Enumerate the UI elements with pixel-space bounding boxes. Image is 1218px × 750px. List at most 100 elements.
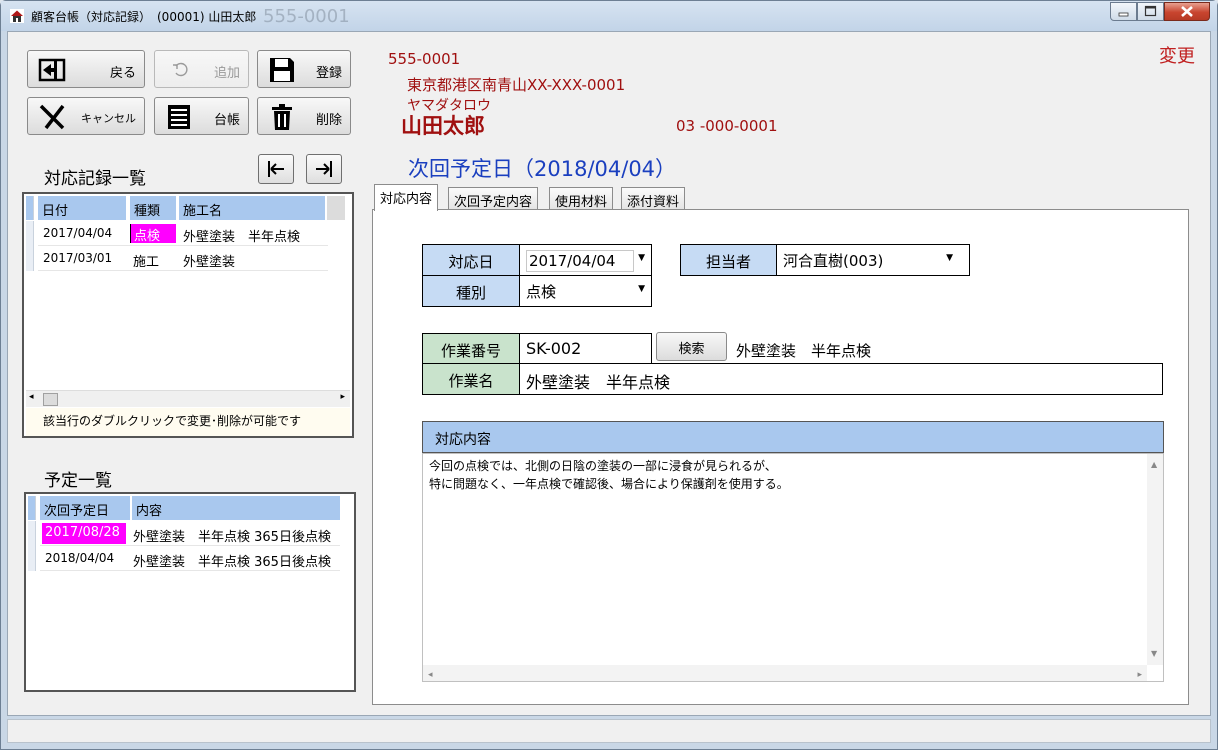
- back-arrow-icon: [38, 58, 66, 82]
- scroll-right-icon[interactable]: ▸: [340, 392, 345, 402]
- row-selector[interactable]: [28, 546, 36, 571]
- staff-label: 担当者: [680, 244, 777, 276]
- row-selector[interactable]: [26, 246, 34, 271]
- history-hscrollbar[interactable]: ◂ ▸: [26, 390, 350, 407]
- customer-address: 東京都港区南青山XX-XXX-0001: [407, 76, 626, 94]
- delete-button[interactable]: 削除: [257, 97, 351, 135]
- schedule-grid: 次回予定日 内容 2017/08/28 外壁塗装 半年点検 365日後点検 20…: [24, 492, 356, 692]
- schedule-cell-date: 2017/08/28: [42, 523, 126, 544]
- schedule-cell-date: 2018/04/04: [40, 546, 128, 571]
- minimize-button[interactable]: [1110, 2, 1137, 21]
- cancel-x-icon: [39, 104, 65, 130]
- ledger-label: 台帳: [213, 113, 240, 128]
- history-title: 対応記録一覧: [44, 169, 146, 189]
- schedule-header-selector: [28, 496, 36, 520]
- content-textarea[interactable]: 今回の点検では、北側の日陰の塗装の一部に浸食が見られるが、 特に問題なく、一年点…: [422, 453, 1164, 682]
- cancel-label: キャンセル: [81, 112, 136, 125]
- maximize-icon: [1144, 5, 1157, 17]
- scroll-up-icon[interactable]: ▲: [1151, 456, 1157, 474]
- arrow-left-bar-icon: [268, 161, 284, 177]
- schedule-col-date[interactable]: 次回予定日: [40, 496, 130, 520]
- save-button[interactable]: 登録: [257, 50, 351, 88]
- content-header: 対応内容: [422, 421, 1164, 453]
- chevron-down-icon: ▼: [946, 253, 953, 263]
- tab-response[interactable]: 対応内容: [374, 184, 439, 211]
- history-cell-date: 2017/03/01: [38, 246, 128, 271]
- job-no-input[interactable]: SK-002: [519, 333, 652, 365]
- mode-indicator: 変更: [1159, 46, 1195, 67]
- history-grid: 日付 種類 施工名 2017/04/04 点検 外壁塗装 半年点検 2017/0…: [22, 192, 354, 438]
- schedule-title: 予定一覧: [44, 471, 112, 491]
- row-selector[interactable]: [26, 221, 34, 246]
- search-button[interactable]: 検索: [656, 332, 727, 361]
- tab-next-plan[interactable]: 次回予定内容: [448, 187, 539, 210]
- scroll-down-icon[interactable]: ▼: [1151, 645, 1157, 663]
- chevron-down-icon: ▼: [638, 284, 645, 294]
- staff-value: 河合直樹(003): [783, 252, 884, 270]
- scroll-right-icon[interactable]: ▸: [1137, 666, 1142, 684]
- history-col-work[interactable]: 施工名: [179, 196, 325, 220]
- schedule-cell-content: 外壁塗装 半年点検 365日後点検: [128, 521, 340, 546]
- content-line-1: 今回の点検では、北側の日陰の塗装の一部に浸食が見られるが、: [429, 459, 777, 473]
- history-col-date[interactable]: 日付: [38, 196, 126, 220]
- next-record-button[interactable]: [306, 154, 342, 184]
- row-selector[interactable]: [28, 521, 36, 546]
- customer-postal: 555-0001: [388, 50, 461, 68]
- ledger-list-icon: [168, 105, 190, 129]
- job-name-input[interactable]: 外壁塗装 半年点検: [519, 363, 1163, 395]
- next-date-heading: 次回予定日（2018/04/04）: [408, 157, 677, 181]
- history-header-spacer: [327, 196, 345, 220]
- staff-combo[interactable]: 河合直樹(003) ▼: [776, 244, 970, 276]
- home-icon: [10, 9, 24, 23]
- content-label: 対応内容: [435, 432, 491, 448]
- add-label: 追加: [213, 66, 240, 81]
- maximize-button[interactable]: [1137, 2, 1164, 21]
- status-bar: [7, 719, 1211, 743]
- close-button[interactable]: [1164, 2, 1210, 21]
- minimize-icon: [1118, 12, 1129, 17]
- window-title: 顧客台帳（対応記録） (00001) 山田太郎: [31, 10, 257, 24]
- back-button[interactable]: 戻る: [27, 50, 145, 88]
- job-lookup-text: 外壁塗装 半年点検: [736, 342, 872, 360]
- prev-record-button[interactable]: [258, 154, 294, 184]
- cancel-button[interactable]: キャンセル: [27, 97, 145, 135]
- type-value: 点検: [526, 283, 557, 301]
- type-label: 種別: [422, 275, 520, 307]
- floppy-disk-icon: [270, 58, 294, 82]
- tab-materials[interactable]: 使用材料: [549, 187, 614, 210]
- job-no-label: 作業番号: [422, 333, 520, 365]
- history-cell-type: 点検: [130, 224, 176, 244]
- history-cell-date: 2017/04/04: [38, 221, 128, 246]
- schedule-col-content[interactable]: 内容: [132, 496, 340, 520]
- history-cell-work: 外壁塗装: [178, 246, 328, 271]
- history-col-type[interactable]: 種類: [130, 196, 176, 220]
- type-combo[interactable]: 点検 ▼: [519, 275, 652, 307]
- content-line-2: 特に問題なく、一年点検で確認後、場合により保護剤を使用する。: [429, 477, 789, 491]
- content-vscrollbar[interactable]: ▲ ▼: [1147, 454, 1163, 665]
- trash-icon: [272, 104, 292, 130]
- ledger-button[interactable]: 台帳: [154, 97, 249, 135]
- title-bar: 顧客台帳（対応記録） (00001) 山田太郎 555-0001: [1, 1, 1217, 31]
- title-ghost-text: 555-0001: [263, 6, 350, 27]
- scroll-left-icon[interactable]: ◂: [29, 392, 34, 402]
- scroll-left-icon[interactable]: ◂: [428, 666, 433, 684]
- chevron-down-icon: ▼: [638, 253, 645, 263]
- customer-name: 山田太郎: [401, 114, 485, 138]
- history-hint: 該当行のダブルクリックで変更･削除が可能です: [26, 408, 350, 436]
- scroll-thumb[interactable]: [43, 393, 58, 406]
- schedule-cell-date-wrap: 2017/08/28: [40, 521, 128, 546]
- add-button[interactable]: 追加: [154, 50, 249, 88]
- date-combo[interactable]: 2017/04/04 ▼: [519, 244, 652, 276]
- history-header-selector: [26, 196, 34, 220]
- tab-panel: 対応日 2017/04/04 ▼ 種別 点検 ▼ 担当者 河合直樹(003) ▼…: [372, 209, 1189, 705]
- close-icon: [1181, 6, 1193, 17]
- date-label: 対応日: [422, 244, 520, 276]
- history-cell-type: 施工: [128, 246, 178, 271]
- history-cell-work: 外壁塗装 半年点検: [178, 221, 328, 246]
- back-label: 戻る: [109, 66, 136, 81]
- content-hscrollbar[interactable]: ◂ ▸: [423, 665, 1147, 681]
- search-button-label: 検索: [678, 342, 705, 357]
- tab-attachments[interactable]: 添付資料: [621, 187, 686, 210]
- client-area: 戻る 追加 登録 キャンセル 台帳 削除 555-0001 東京都港区南青山XX…: [7, 31, 1211, 716]
- undo-icon: [173, 62, 188, 77]
